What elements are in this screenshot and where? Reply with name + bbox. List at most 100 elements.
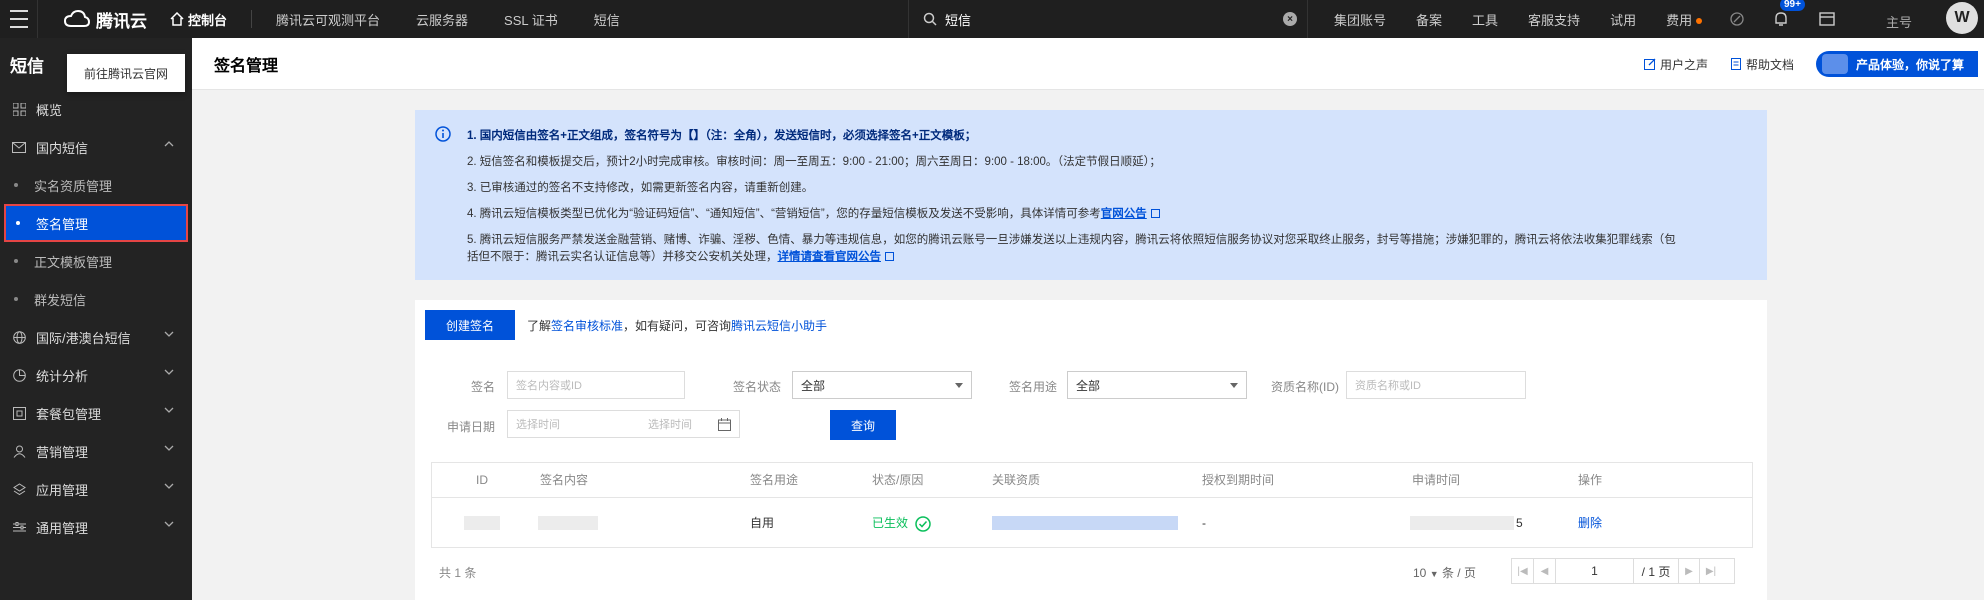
promo-illustration-icon — [1821, 54, 1848, 74]
user-feedback-link[interactable]: 用户之声 — [1643, 56, 1708, 73]
sign-search-input[interactable]: 签名内容或ID — [507, 371, 685, 399]
sidebar-item-packages[interactable]: 套餐包管理 — [0, 394, 192, 432]
topbar-right-links: 集团账号 备案 工具 客服支持 试用 费用 — [1334, 0, 1716, 38]
nav-trial[interactable]: 试用 — [1610, 10, 1636, 29]
query-button[interactable]: 查询 — [830, 410, 896, 440]
search-input[interactable]: 短信 — [945, 10, 1283, 29]
page-size-select[interactable]: 10 ▼ 条 / 页 — [1413, 564, 1476, 581]
console-link[interactable]: 控制台 — [170, 10, 227, 29]
brand-logo[interactable]: 腾讯云 — [64, 7, 156, 32]
date-end-input[interactable]: 选择时间 — [648, 416, 692, 432]
date-start-input[interactable]: 选择时间 — [516, 416, 560, 432]
delete-button[interactable]: 删除 — [1578, 498, 1602, 548]
official-notice-link[interactable]: 官网公告 — [1101, 208, 1147, 220]
review-standard-link[interactable]: 签名审核标准 — [551, 319, 623, 333]
home-icon — [170, 12, 184, 26]
sidebar-item-signature[interactable]: 签名管理 — [4, 204, 188, 242]
caret-down-icon — [955, 383, 963, 388]
help-doc-link[interactable]: 帮助文档 — [1730, 56, 1794, 73]
date-range-picker[interactable]: 选择时间 选择时间 — [507, 410, 740, 438]
notification-badge: 99+ — [1780, 0, 1805, 11]
notice-line-2: 2. 短信签名和模板提交后，预计2小时完成审核。审核时间：周一至周五：9:00 … — [467, 156, 1161, 168]
sidebar-item-domestic-sms[interactable]: 国内短信 — [0, 128, 192, 166]
column-header-qualification: 关联资质 — [992, 473, 1041, 487]
column-header-expiry: 授权到期时间 — [1202, 473, 1275, 487]
column-header-action: 操作 — [1578, 473, 1603, 487]
first-page-button[interactable]: |◀ — [1512, 559, 1534, 583]
chevron-down-icon — [164, 521, 174, 527]
top-navbar: 腾讯云 控制台 腾讯云可观测平台 云服务器 SSL 证书 短信 短信 × 集团账… — [0, 0, 1984, 38]
create-signature-button[interactable]: 创建签名 — [425, 310, 515, 340]
sidebar-item-overview[interactable]: 概览 — [0, 90, 192, 128]
calendar-icon[interactable] — [718, 418, 731, 431]
qualification-search-input[interactable]: 资质名称或ID — [1346, 371, 1526, 399]
notice-banner: 1. 国内短信由签名+正文组成，签名符号为【】（注：全角），发送短信时，必须选择… — [415, 110, 1767, 280]
sidebar-item-qualification[interactable]: 实名资质管理 — [0, 166, 192, 204]
nav-link-monitor[interactable]: 腾讯云可观测平台 — [276, 10, 380, 29]
sidebar-item-apps[interactable]: 应用管理 — [0, 470, 192, 508]
clear-search-icon[interactable]: × — [1283, 12, 1297, 26]
avatar[interactable]: W — [1946, 2, 1978, 34]
chevron-down-icon — [164, 445, 174, 451]
redacted-qualification-link[interactable] — [992, 516, 1178, 530]
row-status: 已生效 — [872, 498, 932, 548]
nav-link-ssl[interactable]: SSL 证书 — [504, 10, 558, 29]
link-icon-button[interactable] — [1718, 0, 1756, 38]
bullet-dot — [14, 259, 18, 263]
column-header-usage: 签名用途 — [750, 473, 799, 487]
sidebar: 短信 前往腾讯云官网 概览 国内短信 实名资质管理 签名管理 正文模板管理 群发… — [0, 38, 192, 600]
nav-group-account[interactable]: 集团账号 — [1334, 10, 1386, 29]
nav-beian[interactable]: 备案 — [1416, 10, 1442, 29]
sidebar-item-template[interactable]: 正文模板管理 — [0, 242, 192, 280]
next-page-button[interactable]: ▶ — [1678, 559, 1700, 583]
page-navigator: |◀ ◀ 1 / 1 页 ▶ ▶| — [1511, 558, 1735, 584]
document-icon — [1730, 58, 1741, 70]
official-notice-detail-link[interactable]: 详情请查看官网公告 — [778, 251, 882, 263]
sidebar-item-bulk-sms[interactable]: 群发短信 — [0, 280, 192, 318]
brand-name: 腾讯云 — [96, 11, 147, 31]
nav-billing[interactable]: 费用 — [1666, 10, 1703, 29]
settings-icon — [12, 520, 26, 534]
sidebar-item-marketing[interactable]: 营销管理 — [0, 432, 192, 470]
billing-alert-dot — [1696, 18, 1703, 25]
nav-support[interactable]: 客服支持 — [1528, 10, 1580, 29]
chart-icon — [12, 368, 26, 382]
menu-toggle-button[interactable] — [0, 0, 38, 38]
nav-link-cvm[interactable]: 云服务器 — [416, 10, 468, 29]
usage-select[interactable]: 全部 — [1067, 371, 1247, 399]
page-number-input[interactable]: 1 — [1556, 559, 1634, 583]
account-name[interactable]: 主号 — [1886, 12, 1912, 31]
redacted-apply-time — [1410, 516, 1514, 530]
redacted-id — [464, 516, 500, 530]
sidebar-item-general[interactable]: 通用管理 — [0, 508, 192, 546]
chevron-down-icon — [164, 483, 174, 489]
tooltip-official-site[interactable]: 前往腾讯云官网 — [67, 54, 185, 92]
global-search[interactable]: 短信 × — [908, 0, 1308, 38]
inbox-icon — [1819, 12, 1835, 26]
page-header: 签名管理 用户之声 帮助文档 产品体验，你说了算 — [192, 38, 1984, 90]
mail-icon — [12, 140, 26, 154]
last-page-button[interactable]: ▶| — [1700, 559, 1722, 583]
page-title: 签名管理 — [214, 57, 279, 75]
redacted-content — [538, 516, 598, 530]
search-icon — [923, 12, 937, 26]
sms-assistant-link[interactable]: 腾讯云短信小助手 — [731, 319, 827, 333]
status-select[interactable]: 全部 — [792, 371, 972, 399]
date-filter-label: 申请日期 — [446, 420, 495, 434]
bullet-dot — [14, 183, 18, 187]
message-button[interactable] — [1808, 0, 1846, 38]
nav-link-sms[interactable]: 短信 — [594, 10, 620, 29]
row-expiry: - — [1202, 516, 1206, 530]
product-feedback-banner[interactable]: 产品体验，你说了算 — [1815, 51, 1978, 77]
caret-down-icon — [1230, 383, 1238, 388]
nav-tools[interactable]: 工具 — [1472, 10, 1498, 29]
external-link-icon — [1150, 209, 1160, 219]
bullet-dot — [16, 221, 20, 225]
notification-button[interactable]: 99+ — [1762, 0, 1805, 38]
notice-line-1: 1. 国内短信由签名+正文组成，签名符号为【】（注：全角），发送短信时，必须选择… — [467, 130, 977, 142]
prev-page-button[interactable]: ◀ — [1534, 559, 1556, 583]
sidebar-item-international[interactable]: 国际/港澳台短信 — [0, 318, 192, 356]
toolbar-tip: 了解签名审核标准，如有疑问，可咨询腾讯云短信小助手 — [527, 319, 828, 333]
sidebar-item-statistics[interactable]: 统计分析 — [0, 356, 192, 394]
info-icon — [435, 126, 451, 142]
